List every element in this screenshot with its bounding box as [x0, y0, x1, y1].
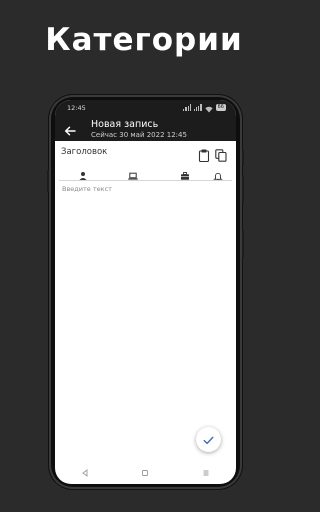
back-arrow-icon[interactable] [64, 122, 76, 136]
phone-side-button [242, 175, 244, 203]
promo-title: Категории [45, 22, 243, 58]
nav-menu-icon[interactable] [201, 463, 211, 476]
copy-icon[interactable] [215, 147, 227, 162]
save-fab-button[interactable] [196, 427, 221, 452]
clipboard-icon[interactable] [198, 147, 210, 163]
page-subtitle: Сейчас 30 май 2022 12:45 [91, 131, 187, 139]
system-nav-bar [55, 458, 236, 478]
phone-side-button [242, 230, 244, 258]
nav-back-icon[interactable] [80, 463, 90, 477]
briefcase-icon[interactable] [180, 166, 190, 180]
nav-home-icon[interactable] [140, 463, 150, 476]
person-icon[interactable] [78, 166, 88, 180]
note-text-input[interactable]: Введите текст [62, 185, 112, 193]
bell-icon[interactable] [213, 166, 223, 181]
wifi-icon [204, 100, 213, 117]
laptop-icon[interactable] [128, 166, 138, 180]
phone-side-button [47, 170, 49, 192]
divider [59, 180, 232, 181]
page-title: Новая запись [91, 119, 159, 130]
signal-icon [183, 103, 191, 111]
status-time: 12:45 [67, 104, 86, 112]
check-icon [203, 430, 214, 449]
signal-icon [193, 103, 202, 111]
phone-side-button [242, 150, 244, 166]
heading-input[interactable]: Заголовок [61, 147, 107, 157]
app-screen: 12:45 66 Новая запись Сейчас 30 май 2022… [55, 100, 236, 484]
battery-indicator: 66 [215, 103, 226, 111]
status-icons: 66 [183, 103, 226, 112]
app-bar: 12:45 66 Новая запись Сейчас 30 май 2022… [55, 100, 236, 141]
heading-row: Заголовок [55, 144, 236, 163]
category-row [55, 164, 236, 181]
